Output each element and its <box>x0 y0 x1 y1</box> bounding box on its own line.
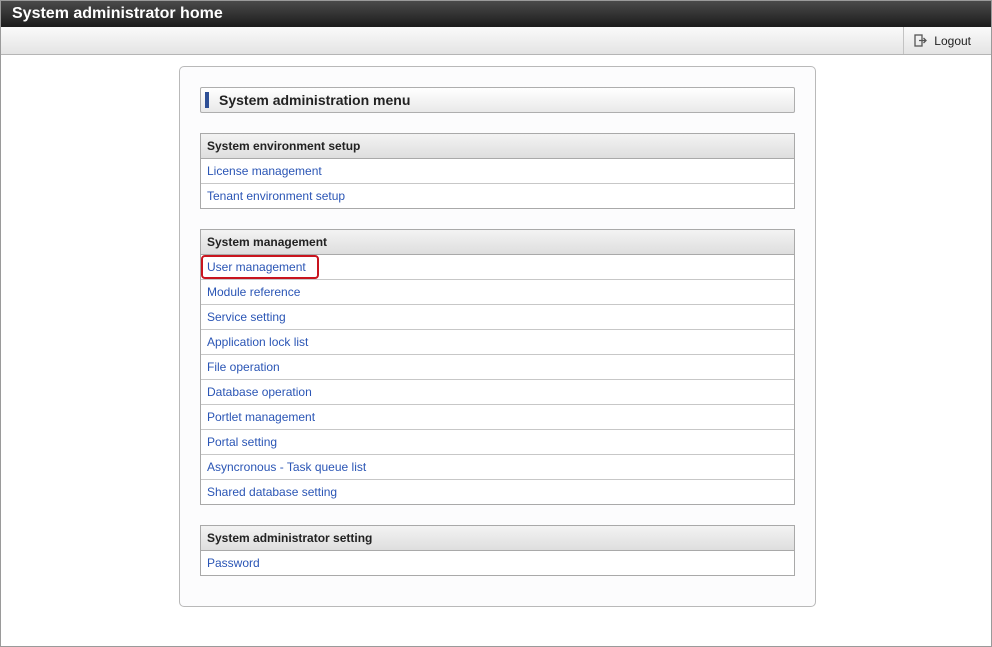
menu-link-shared-database-setting[interactable]: Shared database setting <box>201 480 794 504</box>
section-header: System management <box>201 230 794 255</box>
menu-link-tenant-environment-setup[interactable]: Tenant environment setup <box>201 184 794 208</box>
heading-accent-bar <box>205 92 209 108</box>
logout-label: Logout <box>934 33 971 48</box>
logout-icon <box>914 34 928 47</box>
menu-link-database-operation[interactable]: Database operation <box>201 380 794 405</box>
menu-heading: System administration menu <box>200 87 795 113</box>
page-frame: System administrator home Logout System … <box>0 0 992 647</box>
window-title: System administrator home <box>1 1 991 27</box>
menu-link-user-management-label: User management <box>207 260 306 274</box>
menu-heading-title: System administration menu <box>219 92 411 108</box>
menu-link-application-lock-list[interactable]: Application lock list <box>201 330 794 355</box>
logout-button[interactable]: Logout <box>903 27 983 54</box>
menu-link-task-queue-list[interactable]: Asyncronous - Task queue list <box>201 455 794 480</box>
section-system-environment-setup: System environment setup License managem… <box>200 133 795 209</box>
section-system-management: System management User management Module… <box>200 229 795 505</box>
menu-link-file-operation[interactable]: File operation <box>201 355 794 380</box>
menu-link-portlet-management[interactable]: Portlet management <box>201 405 794 430</box>
section-header: System administrator setting <box>201 526 794 551</box>
menu-link-password[interactable]: Password <box>201 551 794 575</box>
section-header: System environment setup <box>201 134 794 159</box>
menu-link-license-management[interactable]: License management <box>201 159 794 184</box>
menu-panel: System administration menu System enviro… <box>179 66 816 607</box>
menu-link-portal-setting[interactable]: Portal setting <box>201 430 794 455</box>
menu-link-user-management[interactable]: User management <box>201 255 794 280</box>
toolbar: Logout <box>1 27 991 55</box>
menu-link-module-reference[interactable]: Module reference <box>201 280 794 305</box>
menu-link-service-setting[interactable]: Service setting <box>201 305 794 330</box>
section-system-administrator-setting: System administrator setting Password <box>200 525 795 576</box>
